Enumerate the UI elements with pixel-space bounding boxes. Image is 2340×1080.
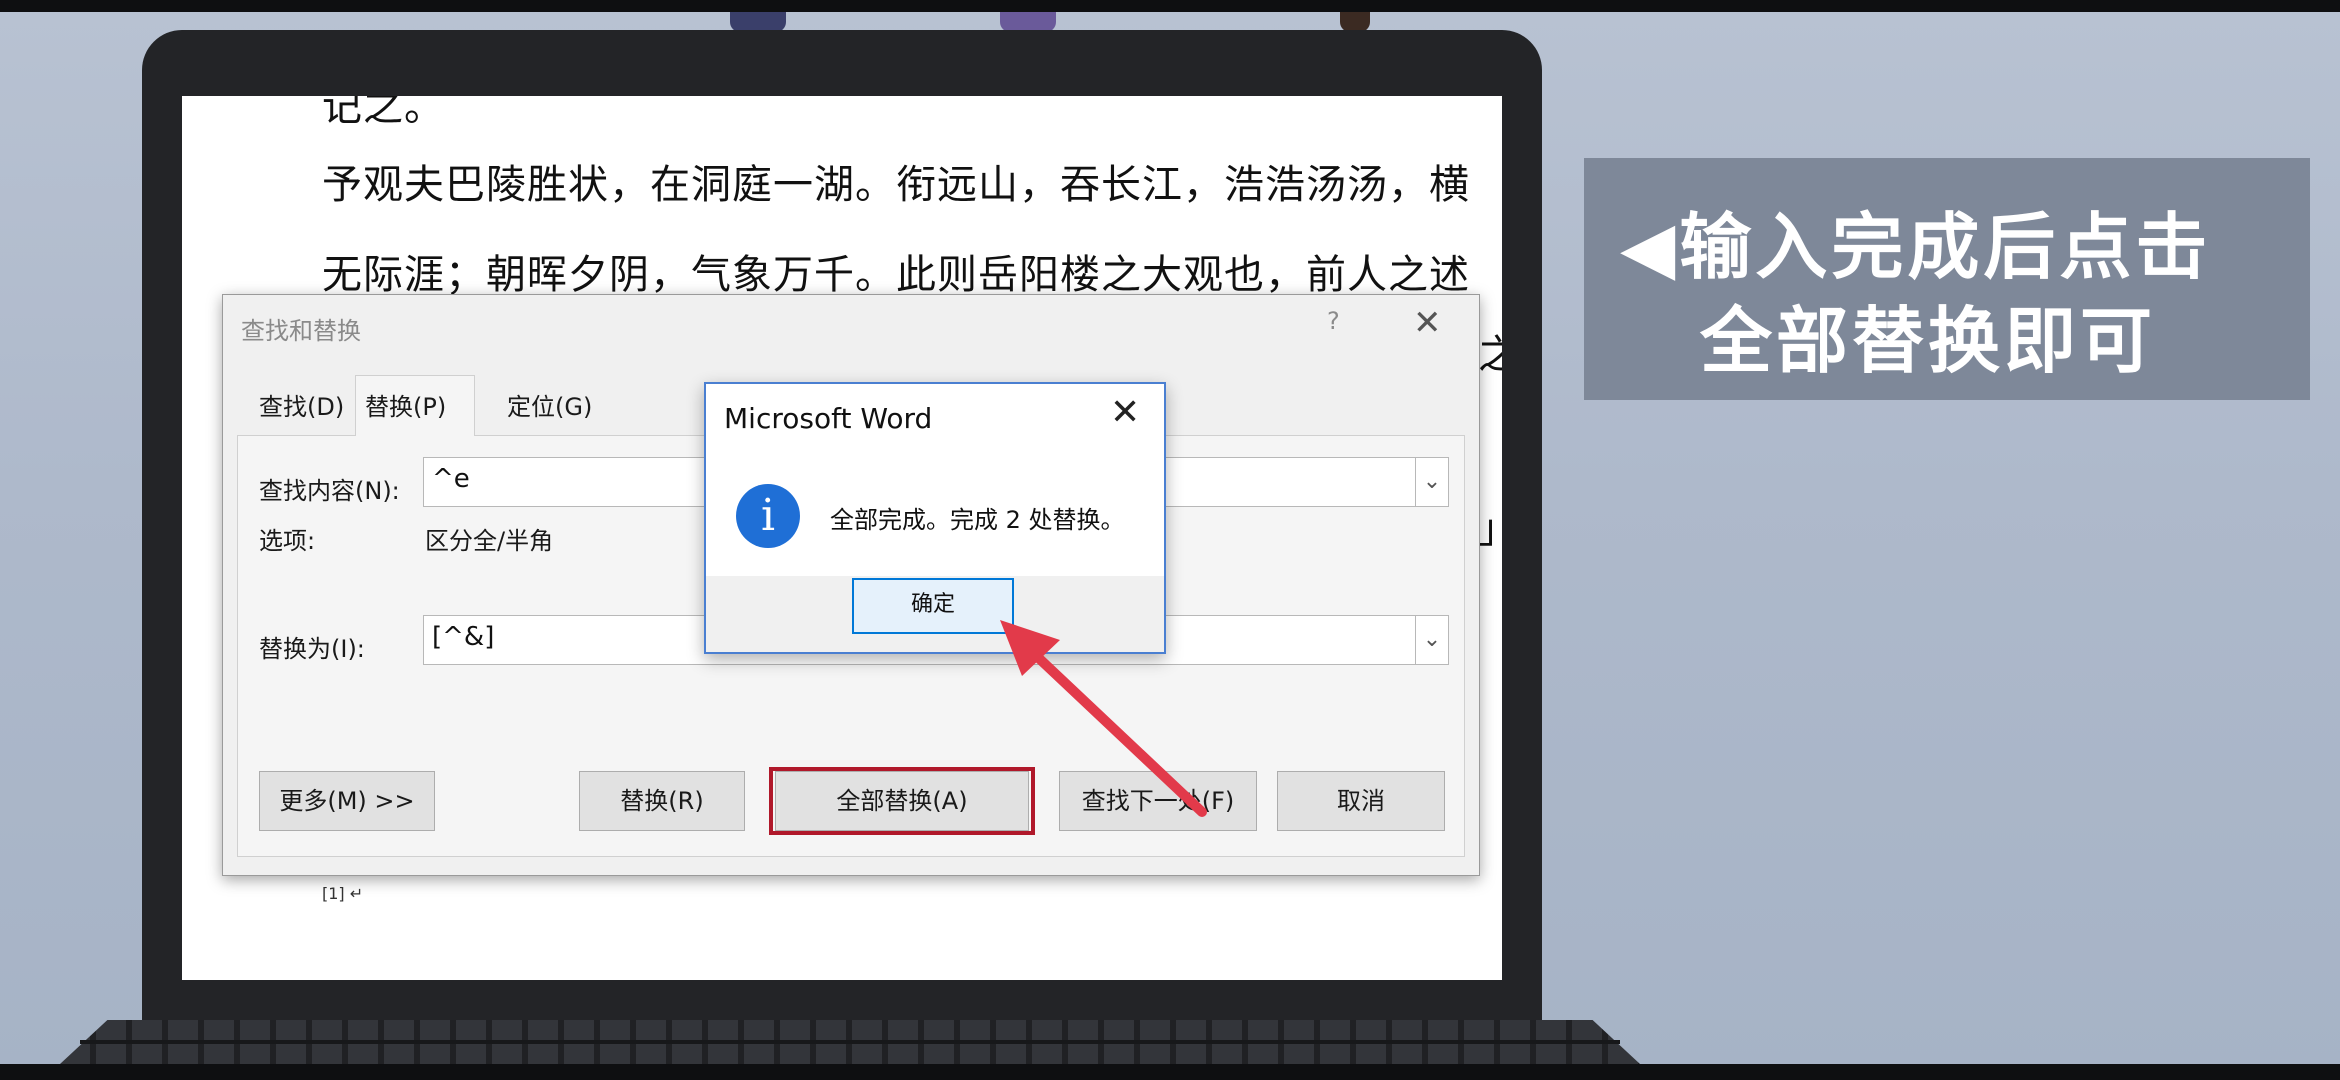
instruction-caption: ◀输入完成后点击 全部替换即可 — [1584, 158, 2310, 400]
caption-line: 全部替换即可 — [1700, 299, 2157, 383]
letterbox-bottom — [0, 1064, 2340, 1080]
arrow-shaft — [1023, 643, 1207, 817]
caption-line: ◀输入完成后点击 — [1620, 205, 2212, 289]
